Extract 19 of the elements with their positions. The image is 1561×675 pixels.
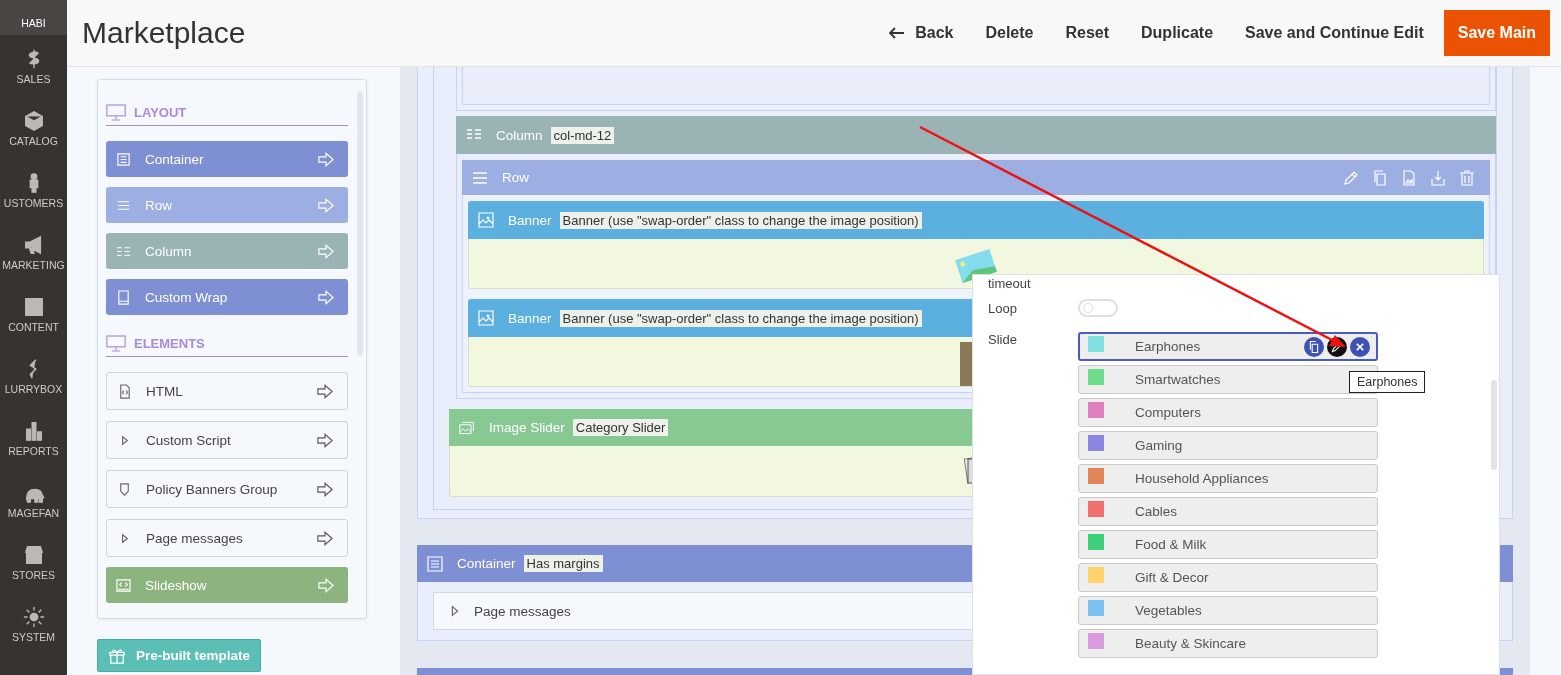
block-label: Page messages (474, 603, 571, 619)
block-label: Row (502, 170, 529, 185)
field-label: Slide (988, 332, 1018, 349)
section-title: ELEMENTS (134, 336, 205, 351)
section-title: LAYOUT (134, 105, 187, 120)
block-tag: Has margins (523, 555, 603, 572)
block-label: Banner (508, 212, 552, 228)
field-label: timeout (988, 276, 1032, 292)
field-label: Loop (988, 300, 1018, 316)
page-title: Marketplace (82, 16, 246, 50)
block-tag: Banner (use "swap-order" class to change the image position) (559, 211, 922, 229)
block-label: Image Slider (489, 420, 565, 435)
block-label: Column (496, 127, 543, 143)
block-label: Banner (508, 310, 552, 326)
block-label: Container (457, 556, 516, 571)
tooltip: Earphones (1349, 371, 1426, 393)
block-tag: Banner (use "swap-order" class to change the image position) (559, 309, 922, 327)
block-tag: Category Slider (572, 419, 669, 436)
block-tag: col-md-12 (550, 126, 615, 144)
